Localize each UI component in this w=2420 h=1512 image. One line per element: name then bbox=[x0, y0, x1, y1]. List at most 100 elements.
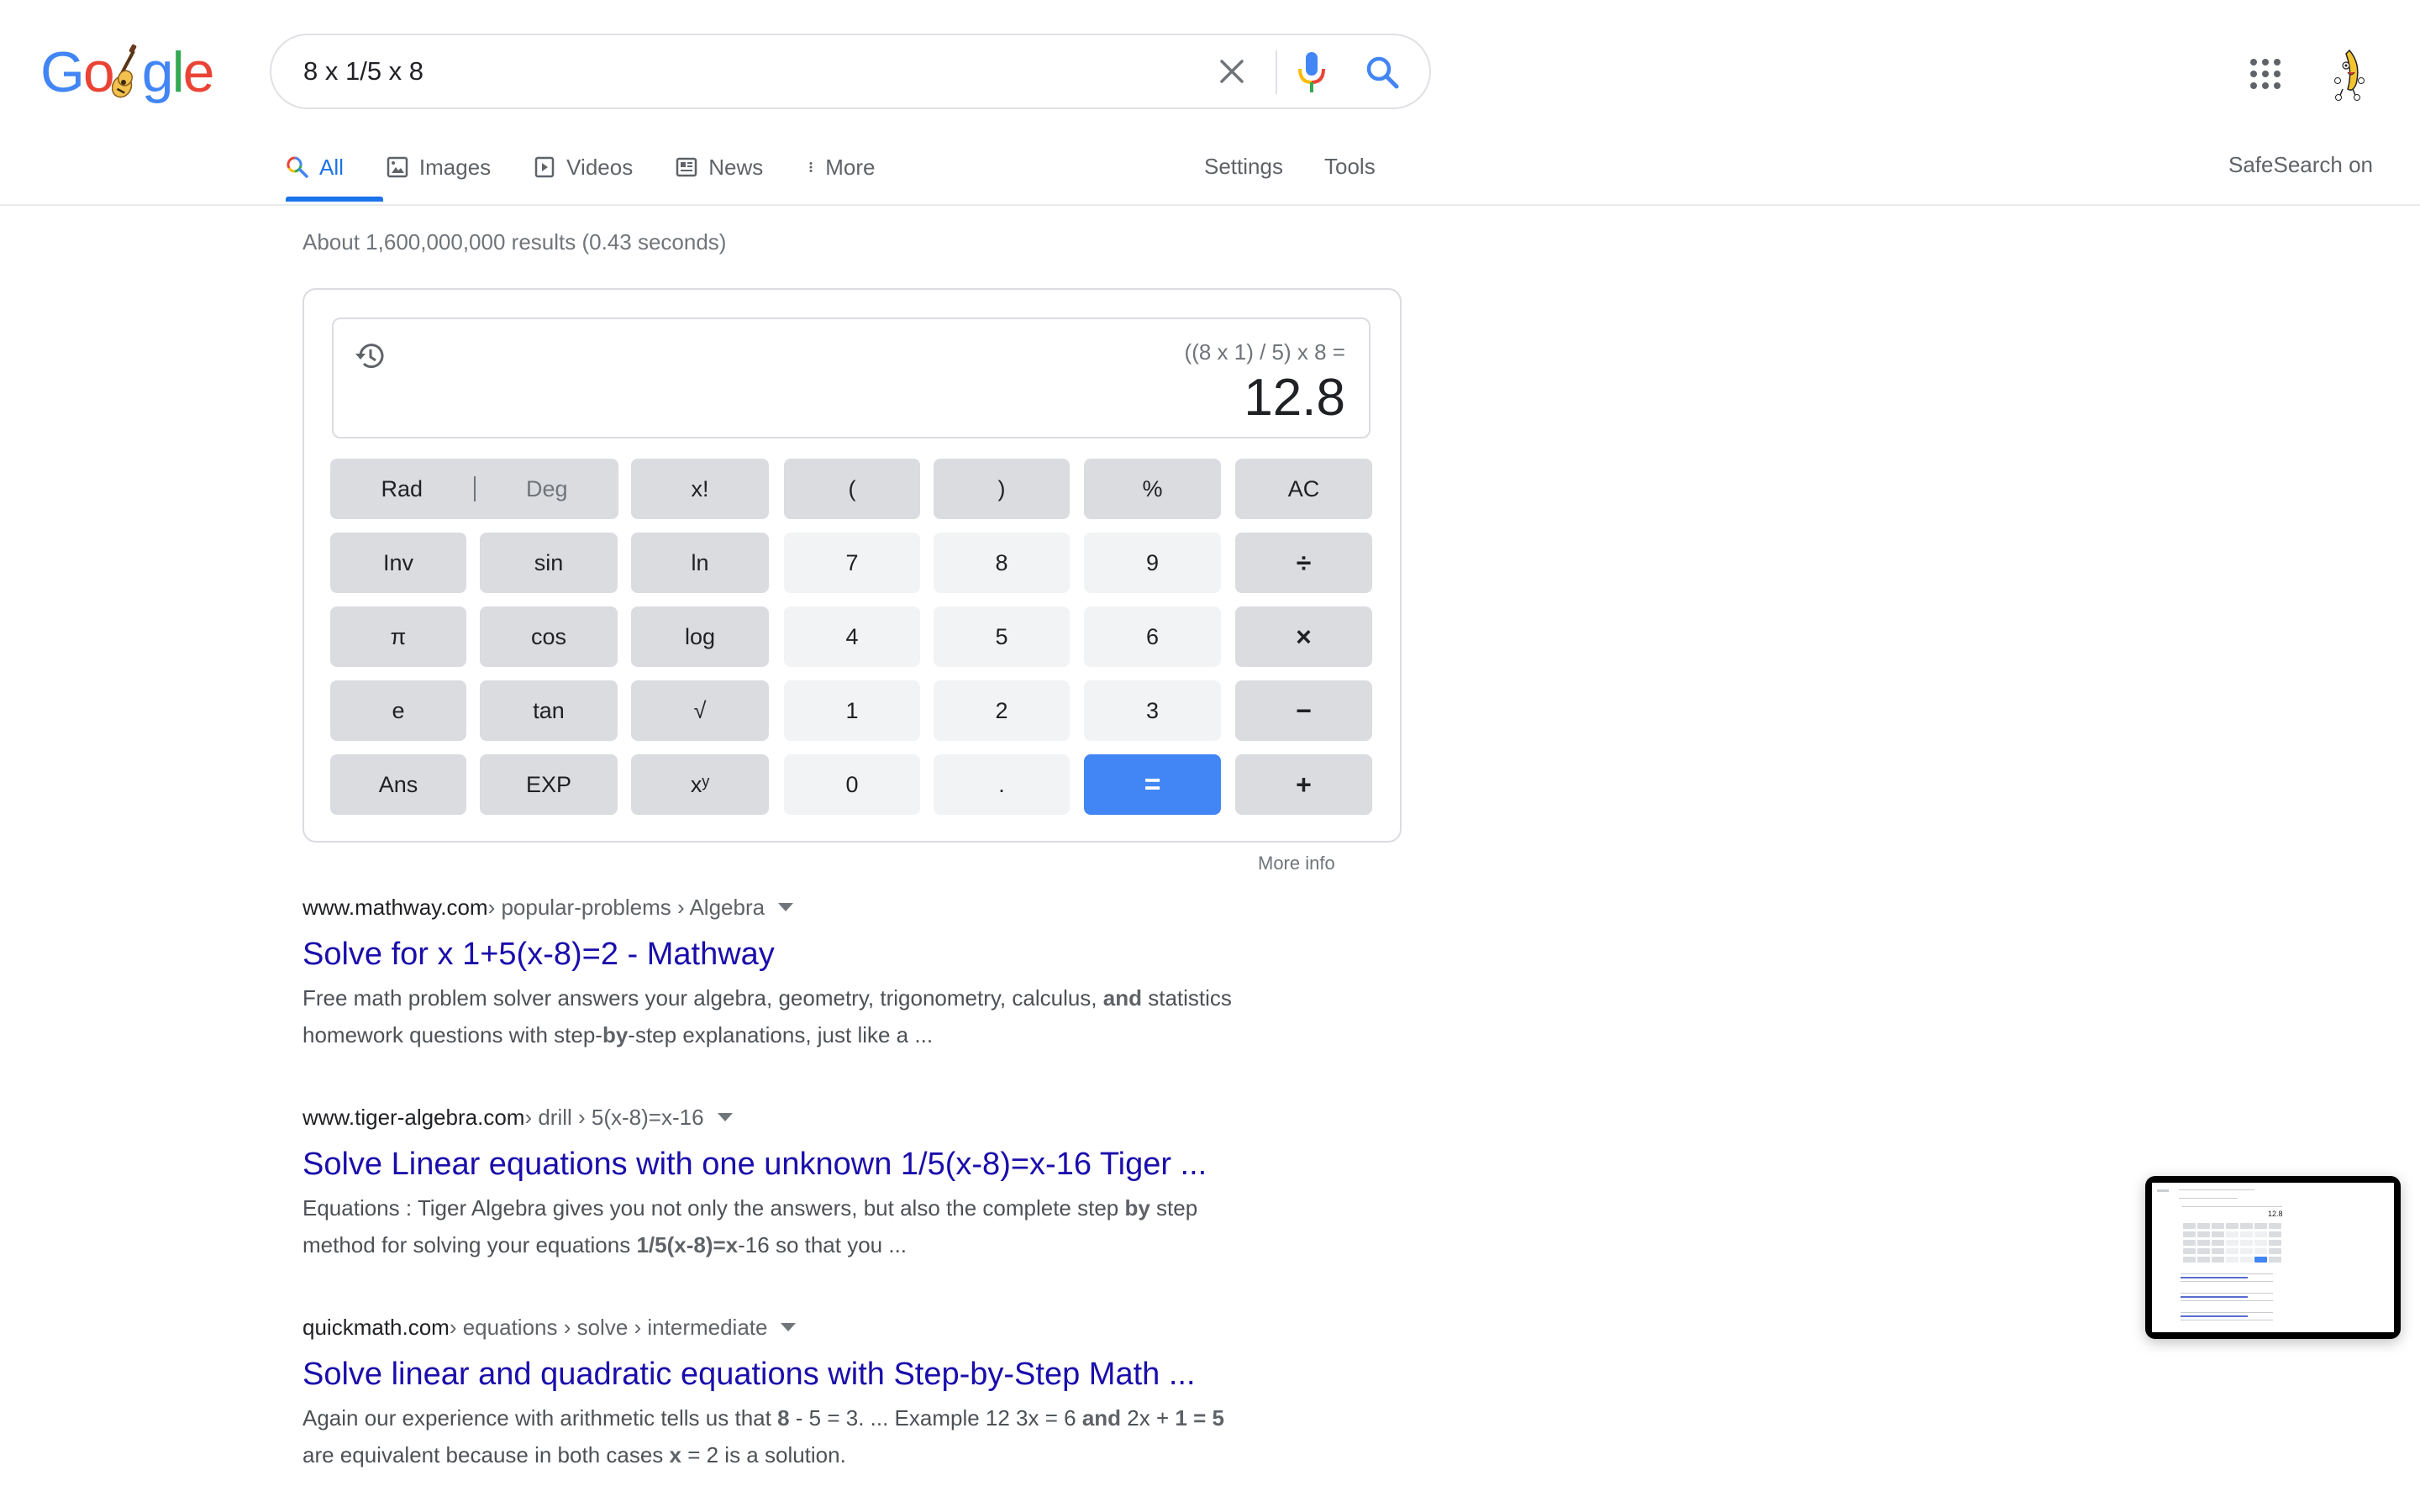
thumb-calc-key bbox=[2240, 1231, 2253, 1237]
logo-letter-g2: g bbox=[141, 40, 174, 104]
thumb-calc-key bbox=[2212, 1223, 2224, 1229]
safesearch-status[interactable]: SafeSearch on bbox=[2228, 152, 2373, 178]
thumb-searchbar bbox=[2179, 1189, 2254, 1190]
calc-key-num[interactable]: 9 bbox=[1084, 533, 1221, 593]
calc-key-num[interactable]: 2 bbox=[934, 680, 1070, 741]
tab-images[interactable]: Images bbox=[386, 147, 491, 187]
screenshot-thumbnail[interactable]: 12.8 bbox=[2145, 1176, 2401, 1339]
calc-key-num[interactable]: 8 bbox=[934, 533, 1070, 593]
calc-key-fn[interactable]: Ans bbox=[330, 754, 466, 815]
caret-down-icon[interactable] bbox=[717, 1113, 733, 1121]
calc-key-fn[interactable]: ln bbox=[631, 533, 769, 593]
thumb-calc-key bbox=[2269, 1248, 2281, 1254]
result-url[interactable]: www.mathway.com › popular-problems › Alg… bbox=[302, 892, 1395, 922]
calc-key-num[interactable]: 7 bbox=[784, 533, 920, 593]
thumb-calc-key bbox=[2226, 1231, 2238, 1237]
tab-more[interactable]: More bbox=[805, 147, 875, 187]
thumb-calc-key bbox=[2197, 1231, 2210, 1237]
calc-key-fn[interactable]: √ bbox=[631, 680, 769, 741]
caret-down-icon[interactable] bbox=[781, 1323, 797, 1331]
search-input[interactable] bbox=[303, 35, 1144, 108]
thumb-calc-key bbox=[2254, 1257, 2267, 1263]
clear-search-button[interactable] bbox=[1214, 54, 1249, 89]
google-apps-button[interactable] bbox=[2249, 57, 2282, 91]
thumb-result-line bbox=[2181, 1293, 2273, 1294]
thumb-calc-key bbox=[2212, 1231, 2224, 1237]
calc-key-fn[interactable]: ) bbox=[934, 459, 1070, 519]
tab-news[interactable]: News bbox=[675, 147, 763, 187]
calc-key-fn[interactable]: % bbox=[1084, 459, 1221, 519]
result-domain: www.tiger-algebra.com bbox=[302, 1104, 525, 1130]
calc-key-fn[interactable]: log bbox=[631, 606, 769, 667]
calculator-display: ((8 x 1) / 5) x 8 = 12.8 bbox=[332, 318, 1370, 438]
more-info-link[interactable]: More info bbox=[1258, 853, 1335, 874]
calc-key-fn[interactable]: xʸ bbox=[631, 754, 769, 815]
thumb-calc-key bbox=[2254, 1240, 2267, 1246]
calc-key-fn[interactable]: EXP bbox=[480, 754, 618, 815]
thumb-logo bbox=[2157, 1189, 2169, 1192]
tab-label: News bbox=[708, 154, 764, 180]
more-vert-icon bbox=[809, 162, 813, 172]
tab-all[interactable]: All bbox=[286, 147, 344, 187]
google-doodle-logo[interactable]: G o g l e bbox=[40, 39, 214, 106]
tab-label: More bbox=[825, 154, 876, 180]
thumb-calc-key bbox=[2240, 1240, 2253, 1246]
result-domain: quickmath.com bbox=[302, 1314, 450, 1340]
result-url[interactable]: www.tiger-algebra.com › drill › 5(x-8)=x… bbox=[302, 1102, 1395, 1132]
tools-link[interactable]: Tools bbox=[1324, 154, 1376, 180]
header-divider bbox=[0, 204, 2420, 206]
voice-search-button[interactable] bbox=[1295, 50, 1328, 94]
calc-key-fn[interactable]: π bbox=[330, 606, 466, 667]
deg-button[interactable]: Deg bbox=[476, 459, 619, 519]
thumb-calc-key bbox=[2226, 1248, 2238, 1254]
logo-letter-e: e bbox=[182, 40, 215, 104]
account-avatar[interactable] bbox=[2328, 47, 2370, 102]
caret-down-icon[interactable] bbox=[778, 903, 794, 911]
calc-key-fn[interactable]: Inv bbox=[330, 533, 466, 593]
search-divider bbox=[1276, 50, 1277, 94]
thumb-calc-key bbox=[2240, 1223, 2253, 1229]
settings-link[interactable]: Settings bbox=[1204, 154, 1283, 180]
news-icon bbox=[676, 157, 697, 177]
search-result: www.mathway.com › popular-problems › Alg… bbox=[302, 892, 1395, 1053]
thumb-calc-top bbox=[2181, 1206, 2282, 1207]
thumb-tabs bbox=[2179, 1198, 2238, 1199]
rad-button[interactable]: Rad bbox=[330, 459, 474, 519]
calc-key-fn[interactable]: tan bbox=[480, 680, 618, 741]
thumb-calc-key bbox=[2254, 1248, 2267, 1254]
calc-key-fn[interactable]: AC bbox=[1235, 459, 1372, 519]
calc-key-num[interactable]: 3 bbox=[1084, 680, 1221, 741]
calc-key-fn[interactable]: cos bbox=[480, 606, 618, 667]
result-url[interactable]: quickmath.com › equations › solve › inte… bbox=[302, 1312, 1395, 1342]
calc-key-num[interactable]: . bbox=[934, 754, 1070, 815]
calc-key-num[interactable]: 1 bbox=[784, 680, 920, 741]
guitar-icon bbox=[111, 43, 144, 102]
search-submit-button[interactable] bbox=[1364, 54, 1401, 91]
thumb-result-line bbox=[2181, 1296, 2248, 1298]
calc-key-fn[interactable]: x! bbox=[631, 459, 769, 519]
calc-key-num[interactable]: 0 bbox=[784, 754, 920, 815]
calc-key-op[interactable]: × bbox=[1235, 606, 1372, 667]
calc-key-eq[interactable]: = bbox=[1084, 754, 1221, 815]
calc-key-op[interactable]: − bbox=[1235, 680, 1372, 741]
thumb-calc-key bbox=[2183, 1231, 2196, 1237]
search-icon bbox=[287, 156, 308, 178]
calc-key-fn[interactable]: e bbox=[330, 680, 466, 741]
result-title-link[interactable]: Solve linear and quadratic equations wit… bbox=[302, 1354, 1196, 1394]
close-icon bbox=[1220, 60, 1244, 83]
result-title-link[interactable]: Solve for x 1+5(x-8)=2 - Mathway bbox=[302, 934, 775, 974]
tab-videos[interactable]: Videos bbox=[533, 147, 633, 187]
calc-key-num[interactable]: 5 bbox=[934, 606, 1070, 667]
result-title-link[interactable]: Solve Linear equations with one unknown … bbox=[302, 1144, 1207, 1184]
tab-label: Videos bbox=[566, 154, 634, 180]
calc-key-num[interactable]: 4 bbox=[784, 606, 920, 667]
result-snippet: Free math problem solver answers your al… bbox=[302, 985, 1232, 1047]
calc-key-fn[interactable]: sin bbox=[480, 533, 618, 593]
tab-label: All bbox=[319, 154, 344, 180]
calc-key-op[interactable]: ÷ bbox=[1235, 533, 1372, 593]
calc-key-op[interactable]: + bbox=[1235, 754, 1372, 815]
thumb-calc-key bbox=[2197, 1223, 2210, 1229]
history-icon[interactable] bbox=[352, 338, 389, 375]
calc-key-fn[interactable]: ( bbox=[784, 459, 920, 519]
calc-key-num[interactable]: 6 bbox=[1084, 606, 1221, 667]
